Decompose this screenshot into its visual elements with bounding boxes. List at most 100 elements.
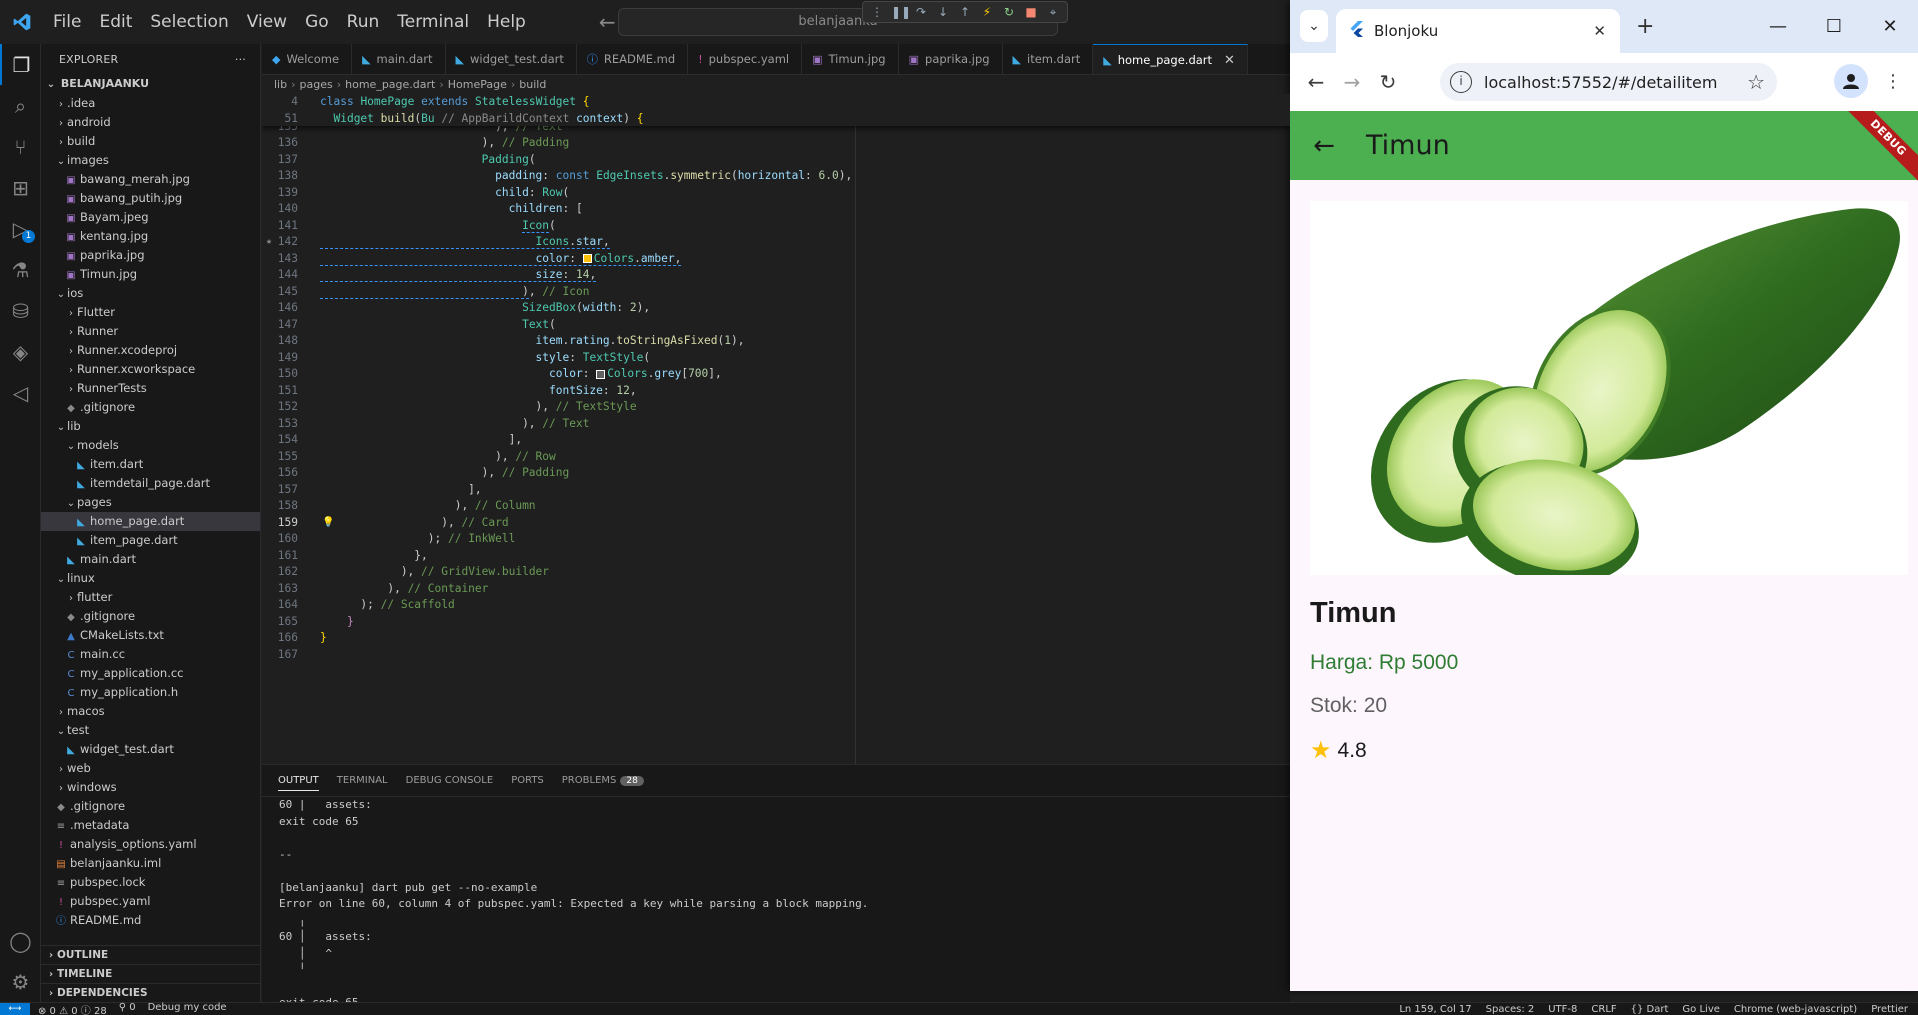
drag-handle-icon[interactable]: ⋮ [869,5,885,19]
database-icon[interactable]: ⛁ [0,290,41,331]
section-dependencies[interactable]: › DEPENDENCIES [41,983,261,1002]
menu-selection[interactable]: Selection [141,0,237,44]
tree-file[interactable]: ◆ .gitignore [41,398,260,417]
panel-tab-debug-console[interactable]: DEBUG CONSOLE [406,775,494,786]
tab-pubspec-yaml[interactable]: ! pubspec.yaml [688,44,803,74]
debug-status[interactable]: Debug my code [148,1002,227,1015]
testing-icon[interactable]: ⚗ [0,249,41,290]
tree-folder[interactable]: ⌄ lib [41,417,260,436]
reload-icon[interactable]: ↻ [1370,64,1406,100]
tree-file[interactable]: ▣ bawang_putih.jpg [41,189,260,208]
tree-file[interactable]: ≡ pubspec.lock [41,873,260,892]
tab-welcome[interactable]: ◆ Welcome [262,44,353,74]
tree-folder[interactable]: › android [41,113,260,132]
more-actions-icon[interactable]: ··· [235,53,246,66]
tab-readme-md[interactable]: ⓘ README.md [577,44,689,74]
tree-file[interactable]: Cmy_application.cc [41,664,260,683]
step-over-icon[interactable]: ↷ [913,5,929,19]
stop-icon[interactable]: ■ [1023,5,1039,19]
tree-file[interactable]: ◣ item.dart [41,455,260,474]
tab-widget-test-dart[interactable]: ◣ widget_test.dart [446,44,577,74]
menu-go[interactable]: Go [296,0,338,44]
menu-edit[interactable]: Edit [90,0,141,44]
breadcrumb-item[interactable]: home_page.dart [345,78,435,91]
status-item[interactable]: CRLF [1591,1004,1616,1015]
close-icon[interactable]: ✕ [1224,45,1235,75]
search-icon[interactable]: ⌕ [0,85,41,126]
tree-file[interactable]: ≡ .metadata [41,816,260,835]
tree-folder[interactable]: › windows [41,778,260,797]
tree-file[interactable]: ▣ Timun.jpg [41,265,260,284]
sticky-scroll[interactable]: 4 class HomePage extends StatelessWidget … [262,94,1290,126]
bookmark-star-icon[interactable]: ☆ [1747,70,1765,94]
panel-tab-output[interactable]: OUTPUT [278,775,319,791]
tree-file[interactable]: ◣ itemdetail_page.dart [41,474,260,493]
tree-file[interactable]: ◣ item_page.dart [41,531,260,550]
new-tab-icon[interactable]: + [1636,14,1654,39]
tree-folder[interactable]: ⌄ pages [41,493,260,512]
run-debug-icon[interactable]: ▷ 1 [0,208,41,249]
tab-paprika-jpg[interactable]: ▣ paprika.jpg [899,44,1003,74]
extensions-icon[interactable]: ⊞ [0,167,41,208]
tree-folder[interactable]: ⌄ linux [41,569,260,588]
tree-file[interactable]: ▣ Bayam.jpeg [41,208,260,227]
tree-folder[interactable]: › Flutter [41,303,260,322]
tree-file[interactable]: Cmain.cc [41,645,260,664]
browser-forward-icon[interactable]: → [1334,64,1370,100]
maximize-icon[interactable]: ☐ [1806,0,1862,53]
tree-folder[interactable]: › Runner.xcworkspace [41,360,260,379]
tree-folder[interactable]: › macos [41,702,260,721]
browser-menu-icon[interactable]: ⋮ [1876,64,1910,98]
tree-file[interactable]: ▲ CMakeLists.txt [41,626,260,645]
tree-folder[interactable]: › web [41,759,260,778]
explorer-icon[interactable]: ❐ [0,44,41,85]
tree-file[interactable]: ▣ paprika.jpg [41,246,260,265]
tree-folder[interactable]: › flutter [41,588,260,607]
explorer-root-folder[interactable]: ⌄ BELANJAANKU [41,74,260,94]
status-item[interactable]: {} Dart [1631,1004,1669,1015]
menu-help[interactable]: Help [478,0,535,44]
panel-tab-problems-wrap[interactable]: PROBLEMS 28 [562,775,644,786]
section-timeline[interactable]: › TIMELINE [41,964,261,983]
status-item[interactable]: Spaces: 2 [1486,1004,1535,1015]
tree-folder[interactable]: › Runner.xcodeproj [41,341,260,360]
menu-terminal[interactable]: Terminal [388,0,478,44]
close-tab-icon[interactable]: ✕ [1593,22,1606,40]
code-editor[interactable]: 4 class HomePage extends StatelessWidget … [262,94,1290,764]
output-log[interactable]: 60 | assets: exit code 65 -- [belanjaanku] … [262,797,1290,1012]
breadcrumb-item[interactable]: pages [300,78,333,91]
section-outline[interactable]: › OUTLINE [41,945,261,964]
menu-view[interactable]: View [238,0,296,44]
tree-file[interactable]: ▣ bawang_merah.jpg [41,170,260,189]
breadcrumb-item[interactable]: HomePage [448,78,507,91]
step-into-icon[interactable]: ↓ [935,5,951,19]
tree-folder[interactable]: ⌄ test [41,721,260,740]
tree-folder[interactable]: › .idea [41,94,260,113]
hot-reload-icon[interactable]: ⚡ [979,5,995,19]
breadcrumb-item[interactable]: build [519,78,546,91]
restart-icon[interactable]: ↻ [1001,5,1017,19]
tree-file[interactable]: ◆ .gitignore [41,607,260,626]
tree-file[interactable]: ⓘ README.md [41,911,260,930]
tree-folder[interactable]: ⌄ models [41,436,260,455]
back-arrow-icon[interactable]: ← [599,10,616,34]
tree-folder[interactable]: › Runner [41,322,260,341]
status-item[interactable]: Ln 159, Col 17 [1399,1004,1471,1015]
inspect-icon[interactable]: ⌖ [1045,5,1061,20]
panel-tab-problems[interactable]: PROBLEMS [562,775,617,786]
tree-file[interactable]: ! pubspec.yaml [41,892,260,911]
status-item[interactable]: Go Live [1682,1004,1719,1015]
step-out-icon[interactable]: ↑ [957,5,973,19]
breadcrumb-item[interactable]: lib [274,78,287,91]
tree-folder[interactable]: › RunnerTests [41,379,260,398]
status-item[interactable]: UTF-8 [1548,1004,1577,1015]
tree-folder[interactable]: ⌄ images [41,151,260,170]
tree-file[interactable]: ◣ widget_test.dart [41,740,260,759]
status-item[interactable]: Prettier [1871,1004,1908,1015]
account-icon[interactable]: ◯ [0,920,41,961]
status-item[interactable]: Chrome (web-javascript) [1734,1004,1857,1015]
menu-run[interactable]: Run [338,0,389,44]
menu-file[interactable]: File [44,0,90,44]
tab-item-dart[interactable]: ◣ item.dart [1003,44,1094,74]
tab-search-icon[interactable]: ⌄ [1300,10,1328,42]
